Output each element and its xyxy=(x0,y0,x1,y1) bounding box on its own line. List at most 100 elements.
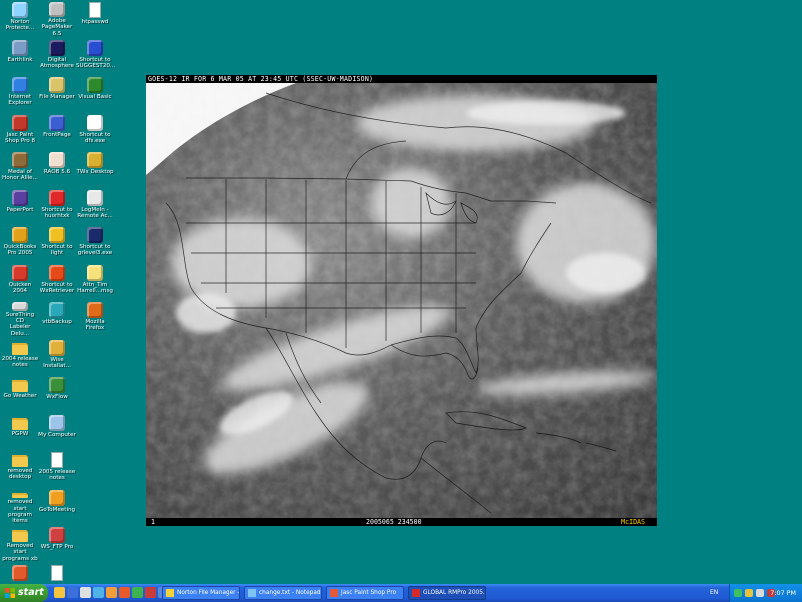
quick-launch-2-icon[interactable] xyxy=(67,587,78,598)
desktop-shortcut-label: Quicken 2004 xyxy=(8,281,32,294)
desktop-shortcut[interactable]: htpasswd xyxy=(76,0,114,37)
logmein-icon xyxy=(87,189,103,206)
desktop-shortcut[interactable]: Shortcut to light xyxy=(38,225,76,262)
shortcut-icon xyxy=(87,39,103,56)
desktop-shortcut[interactable]: Quicken 2004 xyxy=(1,263,39,300)
desktop-shortcut[interactable]: vtbBackup xyxy=(38,300,76,337)
quick-launch-8-icon[interactable] xyxy=(145,587,156,598)
desktop-shortcut-label: Removed start programs xb xyxy=(2,543,38,562)
taskbar-clock[interactable]: 7:07 PM xyxy=(770,584,796,602)
desktop-shortcut[interactable]: Earthlink xyxy=(1,38,39,75)
desktop-shortcut[interactable]: QuickBooks Pro 2005 xyxy=(1,225,39,262)
quick-launch-5-icon[interactable] xyxy=(106,587,117,598)
desktop-shortcut[interactable]: Wise Installat... xyxy=(38,338,76,375)
desktop-shortcut-label: PaperPort xyxy=(6,206,34,213)
paperport-icon xyxy=(12,189,28,206)
desktop-shortcut-label: Shortcut to SUGGEST20... xyxy=(76,56,116,69)
desktop-shortcut[interactable]: Adobe PageMaker 6.5 xyxy=(38,0,76,37)
satellite-image-window[interactable]: GOES-12 IR FOR 6 MAR 05 AT 23:45 UTC (SS… xyxy=(146,75,657,526)
quick-launch-6-icon[interactable] xyxy=(119,587,130,598)
desktop-shortcut[interactable]: Shortcut to WxRetriever xyxy=(38,263,76,300)
quick-launch-1-icon[interactable] xyxy=(54,587,65,598)
desktop-shortcut-label: RAOB 5.6 xyxy=(43,169,71,175)
taskbar: start Norton File Manager - ... change.tx… xyxy=(0,584,802,602)
desktop-shortcut[interactable]: Digital Atmosphere xyxy=(38,38,76,75)
desktop-shortcut-label: 2004 release notes xyxy=(1,355,39,368)
desktop-shortcut[interactable]: My Computer xyxy=(38,413,76,450)
pagemaker-icon xyxy=(49,2,65,18)
desktop-shortcut[interactable]: removed start program items xyxy=(1,488,39,525)
desktop-shortcut[interactable]: SureThing CD Labeler Delu... xyxy=(1,300,39,337)
desktop-shortcut[interactable]: PGPW xyxy=(1,413,39,450)
desktop-shortcut[interactable]: File Manager xyxy=(38,75,76,112)
language-indicator[interactable]: EN xyxy=(710,584,718,602)
desktop-shortcut[interactable]: removed desktop xyxy=(1,450,39,487)
desktop-shortcut[interactable]: WxFlow xyxy=(38,375,76,412)
desktop-shortcut[interactable]: 2005 release notes xyxy=(38,450,76,487)
desktop-shortcut-label: htpasswd xyxy=(81,19,109,25)
desktop-shortcut[interactable]: Mozilla Firefox xyxy=(76,300,114,337)
taskbar-button[interactable]: Jasc Paint Shop Pro xyxy=(326,586,404,600)
start-button[interactable]: start xyxy=(0,584,48,602)
desktop-shortcut-label: Attn_Tim Harrell...msg xyxy=(77,281,113,294)
desktop-shortcut-label: FrontPage xyxy=(43,131,71,138)
desktop-shortcut[interactable]: Jasc Paint Shop Pro 8 xyxy=(1,113,39,150)
desktop-shortcut[interactable]: Internet Explorer xyxy=(1,75,39,112)
start-label: start xyxy=(18,587,44,598)
desktop-shortcut[interactable]: RAOB 5.6 xyxy=(38,150,76,187)
folder-icon xyxy=(12,455,28,467)
program-icon xyxy=(12,564,28,581)
desktop-shortcut-label: PGPW xyxy=(11,430,29,437)
desktop-shortcut[interactable]: Attn_Tim Harrell...msg xyxy=(76,263,114,300)
desktop-shortcut-label: Digital Atmosphere xyxy=(40,56,74,69)
desktop-shortcut-label: Shortcut to WxRetriever xyxy=(39,281,75,294)
tray-volume-icon[interactable] xyxy=(756,589,764,597)
system-tray: 7:07 PM xyxy=(729,584,802,602)
desktop-shortcut-label: SureThing CD Labeler Delu... xyxy=(5,311,35,337)
satellite-image-header: GOES-12 IR FOR 6 MAR 05 AT 23:45 UTC (SS… xyxy=(146,75,657,83)
taskbar-button[interactable]: GLOBAL RMPro 2005... xyxy=(408,586,486,600)
folder-icon xyxy=(12,380,28,392)
quick-launch-7-icon[interactable] xyxy=(132,587,143,598)
twx-desktop-icon xyxy=(87,152,103,168)
desktop-shortcut[interactable]: Shortcut to huorhtxk xyxy=(38,188,76,225)
desktop-shortcut-label: LogMeIn - Remote Ac... xyxy=(77,206,113,219)
desktop-shortcut-label: removed start program items xyxy=(7,499,33,525)
desktop-shortcut[interactable]: FrontPage xyxy=(38,113,76,150)
desktop-shortcut[interactable]: Shortcut to dfs.exe xyxy=(76,113,114,150)
tray-security-icon[interactable] xyxy=(745,589,753,597)
desktop-shortcut-label: Medal of Honor Allie... xyxy=(2,169,38,182)
wxflow-icon xyxy=(49,377,65,393)
desktop-shortcut[interactable]: LogMeIn - Remote Ac... xyxy=(76,188,114,225)
quick-launch-4-icon[interactable] xyxy=(93,587,104,598)
document-icon xyxy=(51,452,63,468)
desktop-shortcut[interactable]: Shortcut to grlevel3.exe xyxy=(76,225,114,262)
desktop-shortcut[interactable]: TWx Desktop xyxy=(76,150,114,187)
quick-launch-3-icon[interactable] xyxy=(80,587,91,598)
desktop-shortcut[interactable]: Shortcut to SUGGEST20... xyxy=(76,38,116,75)
desktop-shortcut[interactable]: Go Weather xyxy=(1,375,39,412)
desktop-shortcut[interactable]: WS_FTP Pro xyxy=(38,525,76,562)
desktop-shortcut[interactable]: PaperPort xyxy=(1,188,39,225)
desktop-shortcut[interactable]: 2004 release notes xyxy=(1,338,39,375)
backup-icon xyxy=(49,302,65,318)
tray-network-icon[interactable] xyxy=(734,589,742,597)
taskbar-button[interactable]: change.txt - Notepad xyxy=(244,586,322,600)
desktop-shortcut[interactable]: Visual Basic xyxy=(76,75,114,112)
shortcut-icon xyxy=(87,227,103,243)
desktop-shortcut-label: vtbBackup xyxy=(42,319,72,325)
taskbar-button[interactable]: Norton File Manager - ... xyxy=(162,586,240,600)
shortcut-icon xyxy=(49,189,65,206)
mcidas-logo: McIDAS xyxy=(621,518,645,526)
desktop-shortcut[interactable]: Norton Protecte... xyxy=(1,0,39,37)
file-manager-icon xyxy=(49,77,65,93)
desktop-shortcut-label: WxFlow xyxy=(46,394,68,400)
desktop-shortcut-label: Visual Basic xyxy=(78,94,112,100)
frame-number: 1 xyxy=(151,518,155,526)
desktop-shortcut[interactable]: Medal of Honor Allie... xyxy=(1,150,39,187)
desktop-shortcut-label: removed desktop xyxy=(7,468,33,481)
desktop-shortcut[interactable]: Removed start programs xb xyxy=(1,525,39,562)
desktop-shortcut-label: Go Weather xyxy=(3,393,37,399)
desktop-shortcut[interactable]: GoToMeeting xyxy=(38,488,76,525)
folder-icon xyxy=(12,342,28,355)
